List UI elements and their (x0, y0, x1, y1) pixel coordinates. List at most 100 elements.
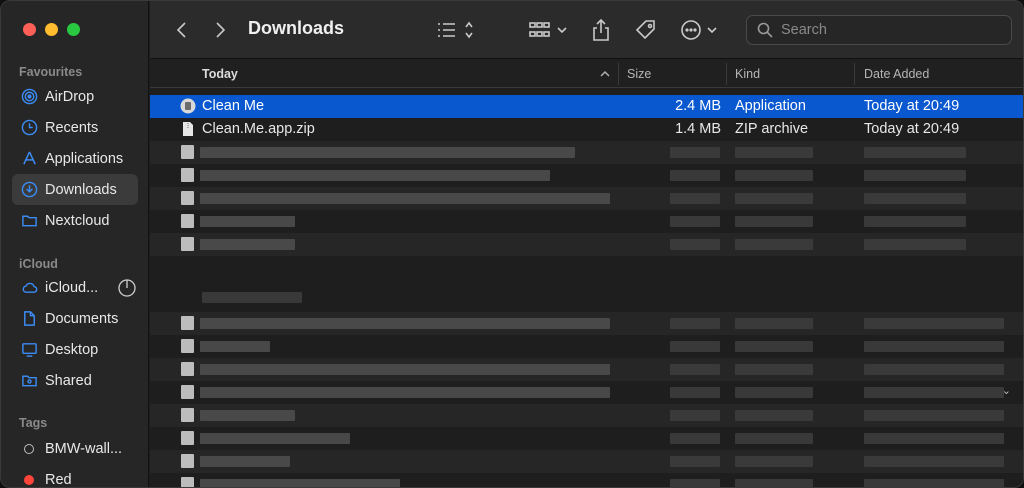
sync-progress-icon (118, 278, 136, 297)
blurred-text (735, 147, 813, 158)
blurred-text (735, 479, 813, 487)
blurred-text (670, 170, 720, 181)
sidebar-item-label: Desktop (45, 341, 99, 358)
blurred-file-row[interactable] (150, 233, 1023, 256)
blurred-file-icon (181, 316, 194, 330)
forward-button[interactable] (210, 18, 230, 42)
blurred-file-icon (181, 385, 194, 399)
blurred-text (200, 364, 610, 375)
list-view-button[interactable] (436, 18, 478, 42)
column-divider[interactable] (618, 63, 619, 85)
blurred-text (670, 364, 720, 375)
blurred-text (670, 433, 720, 444)
blurred-file-row[interactable] (150, 404, 1023, 427)
column-header: Today Size Kind Date Added (150, 60, 1023, 88)
file-name: Clean Me (202, 98, 265, 114)
sidebar-item-label: BMW-wall... (45, 440, 123, 457)
blurred-text (864, 147, 966, 158)
sidebar-item-downloads[interactable]: Downloads (12, 174, 138, 205)
blurred-text (864, 364, 1004, 375)
blurred-file-row[interactable] (150, 141, 1023, 164)
blurred-text (200, 147, 575, 158)
window-title: Downloads (248, 18, 345, 38)
share-icon (593, 18, 609, 41)
blurred-text (200, 239, 295, 250)
blurred-file-row[interactable] (150, 312, 1023, 335)
share-button[interactable] (590, 18, 612, 42)
blurred-text (864, 479, 1004, 487)
scroll-indicator[interactable]: ⌄ (1002, 384, 1011, 397)
column-kind-header[interactable]: Kind (735, 67, 760, 81)
blurred-file-row[interactable] (150, 164, 1023, 187)
blurred-file-row[interactable] (150, 473, 1023, 487)
column-name-header[interactable]: Today (202, 67, 238, 81)
blurred-text (864, 216, 966, 227)
sidebar-item-tag-bmw[interactable]: BMW-wall... (12, 433, 138, 464)
minimize-button[interactable] (45, 23, 58, 36)
blurred-text (670, 216, 720, 227)
more-actions-button[interactable] (680, 18, 722, 42)
blurred-file-row[interactable] (150, 187, 1023, 210)
group-button[interactable] (528, 18, 570, 42)
sidebar-item-label: Downloads (45, 181, 117, 198)
tag-circle-icon (24, 443, 34, 454)
blurred-file-row[interactable] (150, 358, 1023, 381)
blurred-text (670, 479, 720, 487)
ellipsis-circle-icon (681, 20, 717, 40)
blurred-file-row[interactable] (150, 450, 1023, 473)
file-row-clean-me-zip[interactable]: Clean.Me.app.zip 1.4 MB ZIP archive Toda… (150, 118, 1023, 141)
blurred-text (735, 410, 813, 421)
chevron-right-icon (216, 22, 226, 38)
tag-red-dot-icon (24, 474, 34, 485)
sidebar-item-nextcloud[interactable]: Nextcloud (12, 205, 138, 236)
sidebar-item-documents[interactable]: Documents (12, 303, 138, 334)
tag-button[interactable] (634, 18, 658, 42)
file-kind: ZIP archive (735, 121, 809, 137)
column-date-added-header[interactable]: Date Added (864, 67, 929, 81)
search-field[interactable] (746, 15, 1012, 45)
sort-ascending-icon[interactable] (600, 70, 610, 78)
file-row-clean-me[interactable]: Clean Me 2.4 MB Application Today at 20:… (150, 95, 1023, 118)
column-divider[interactable] (854, 63, 855, 85)
blurred-text (735, 364, 813, 375)
file-name: Clean.Me.app.zip (202, 121, 315, 137)
search-input[interactable] (781, 22, 1001, 38)
blurred-file-row[interactable] (150, 335, 1023, 358)
sidebar-item-label: Applications (45, 150, 124, 167)
blurred-file-row[interactable]: ⌄ (150, 381, 1023, 404)
back-button[interactable] (172, 18, 192, 42)
folder-icon (20, 212, 38, 230)
blurred-text (864, 387, 1004, 398)
blurred-text (670, 410, 720, 421)
sidebar-item-label: Nextcloud (45, 212, 110, 229)
close-button[interactable] (23, 23, 36, 36)
sidebar-item-airdrop[interactable]: AirDrop (12, 81, 138, 112)
desktop-icon (20, 341, 38, 359)
sidebar-item-desktop[interactable]: Desktop (12, 334, 138, 365)
blurred-text (735, 239, 813, 250)
airdrop-icon (20, 88, 38, 106)
grid-icon (529, 22, 567, 37)
blurred-text (735, 318, 813, 329)
sidebar-item-recents[interactable]: Recents (12, 112, 138, 143)
sidebar-section-icloud: iCloud (19, 257, 58, 271)
file-kind: Application (735, 98, 806, 114)
shared-folder-icon (20, 372, 38, 390)
blurred-text (735, 216, 813, 227)
blurred-text (200, 433, 350, 444)
sidebar-item-icloud-drive[interactable]: iCloud... (12, 272, 138, 303)
app-icon (180, 98, 196, 114)
column-size-header[interactable]: Size (627, 67, 651, 81)
blurred-file-icon (181, 168, 194, 182)
download-icon (20, 181, 38, 199)
blurred-file-row[interactable] (150, 427, 1023, 450)
blurred-file-row[interactable] (150, 210, 1023, 233)
blurred-text (735, 456, 813, 467)
sidebar-item-tag-red[interactable]: Red (12, 464, 138, 487)
sidebar-item-applications[interactable]: Applications (12, 143, 138, 174)
column-divider[interactable] (726, 63, 727, 85)
zoom-button[interactable] (67, 23, 80, 36)
zip-file-icon (183, 122, 193, 136)
clock-icon (20, 119, 38, 137)
sidebar-item-shared[interactable]: Shared (12, 365, 138, 396)
